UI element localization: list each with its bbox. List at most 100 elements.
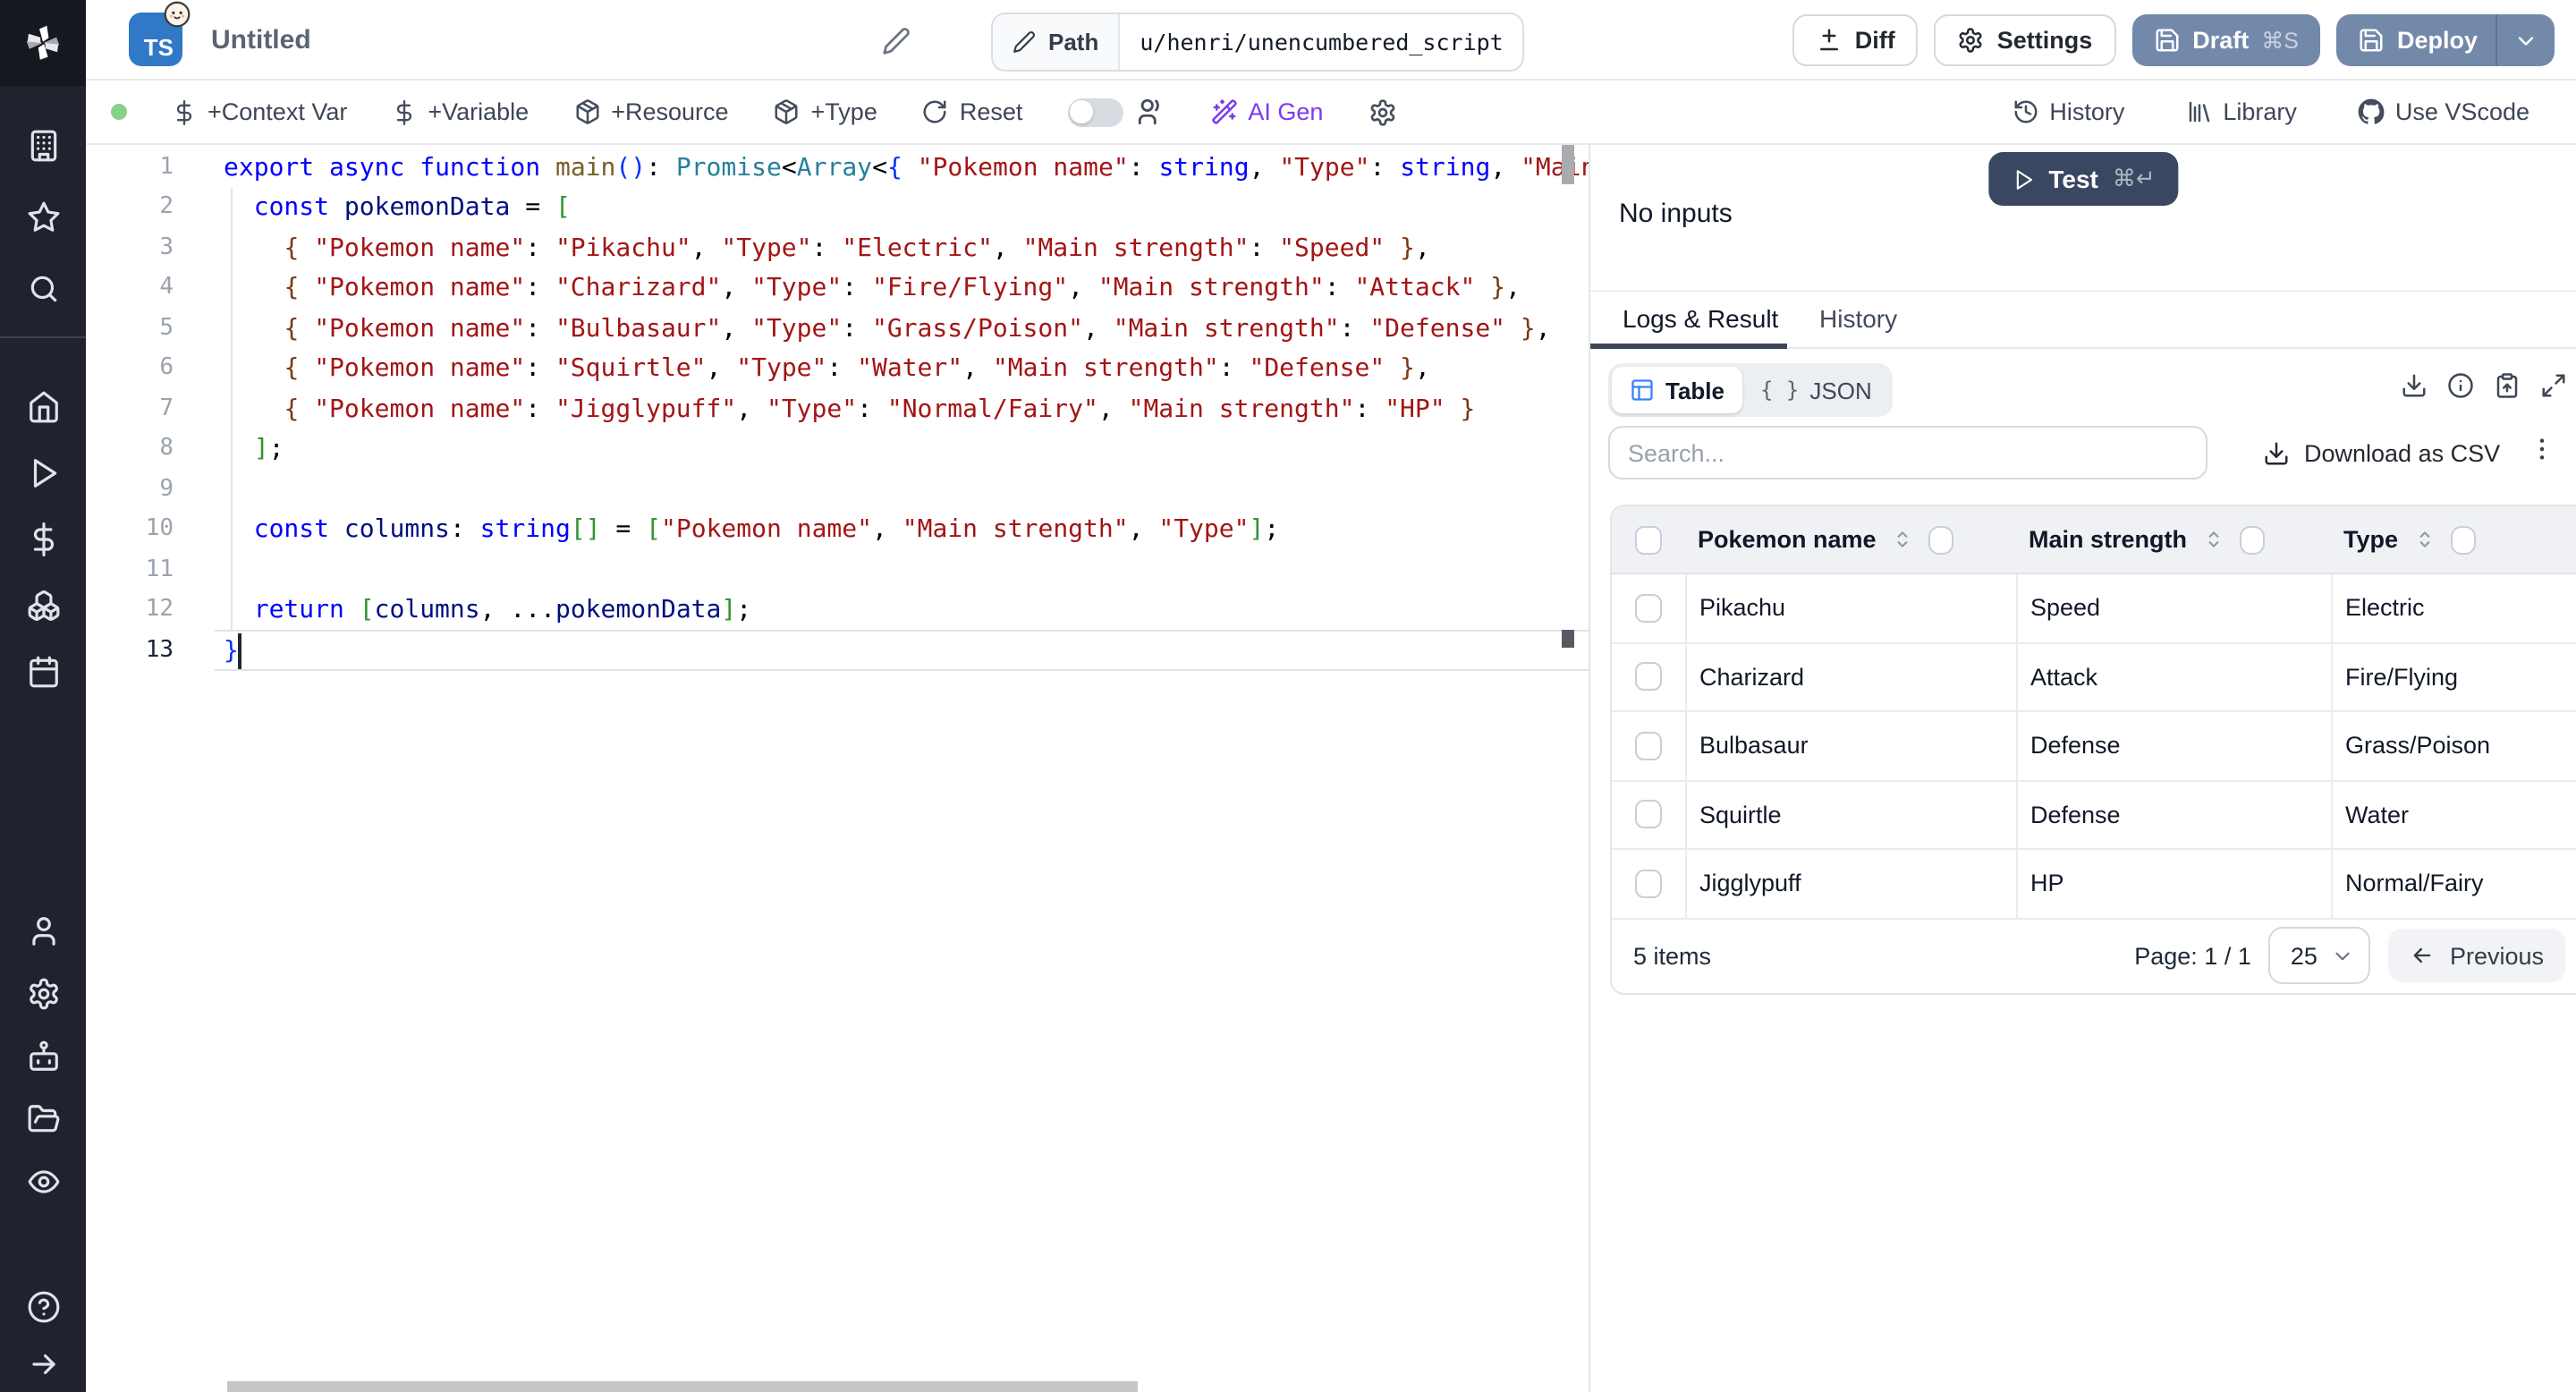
sort-icon[interactable] bbox=[1891, 528, 1914, 551]
page-size-select[interactable]: 25 bbox=[2268, 927, 2371, 984]
multiplayer-toggle[interactable] bbox=[1067, 98, 1123, 126]
code-text: export async function main(): Promise<Ar… bbox=[224, 153, 1589, 182]
tab-logs-result[interactable]: Logs & Result bbox=[1623, 304, 1778, 333]
column-header-pokemon-name[interactable]: Pokemon name bbox=[1685, 525, 2016, 554]
table-row: Bulbasaur Defense Grass/Poison bbox=[1612, 712, 2576, 781]
previous-page-button[interactable]: Previous bbox=[2388, 929, 2565, 982]
sidebar-item-variables[interactable] bbox=[11, 521, 75, 556]
path-widget[interactable]: Path u/henri/unencumbered_script bbox=[991, 13, 1525, 72]
row-checkbox[interactable] bbox=[1635, 593, 1662, 623]
code-line-10[interactable]: 10 const columns: string[] = ["Pokemon n… bbox=[86, 510, 1589, 550]
copy-icon[interactable] bbox=[2494, 372, 2521, 399]
row-checkbox[interactable] bbox=[1635, 869, 1662, 898]
line-number: 9 bbox=[159, 475, 174, 502]
sidebar-group bbox=[11, 912, 75, 1199]
preview-panel: Test ⌘↵ No inputs Logs & Result History … bbox=[1589, 145, 2576, 1392]
sidebar-item-schedules[interactable] bbox=[11, 653, 75, 689]
column-header-type[interactable]: Type bbox=[2331, 525, 2576, 554]
row-checkbox[interactable] bbox=[1635, 800, 1662, 829]
sidebar-item-help[interactable] bbox=[11, 1288, 75, 1324]
sidebar-item-audit-logs[interactable] bbox=[11, 1163, 75, 1199]
library-button[interactable]: Library bbox=[2185, 98, 2297, 125]
code-line-13[interactable]: 13} bbox=[86, 631, 1589, 671]
search-input[interactable] bbox=[1608, 426, 2207, 480]
code-line-7[interactable]: 7 { "Pokemon name": "Jigglypuff", "Type"… bbox=[86, 389, 1589, 429]
view-json-button[interactable]: { } JSON bbox=[1742, 367, 1890, 413]
editor-vertical-scrollbar[interactable] bbox=[1562, 145, 1574, 184]
sidebar-item-users[interactable] bbox=[11, 912, 75, 948]
cell-type: Fire/Flying bbox=[2331, 643, 2576, 710]
history-icon bbox=[2012, 98, 2038, 125]
code-line-6[interactable]: 6 { "Pokemon name": "Squirtle", "Type": … bbox=[86, 349, 1589, 389]
code-line-9[interactable]: 9 bbox=[86, 470, 1589, 510]
gear-icon bbox=[1368, 98, 1396, 126]
code-line-8[interactable]: 8 ]; bbox=[86, 429, 1589, 470]
help-icon bbox=[26, 1289, 60, 1323]
sidebar-item-home[interactable] bbox=[11, 388, 75, 424]
download-icon[interactable] bbox=[2401, 372, 2428, 399]
row-checkbox[interactable] bbox=[1635, 662, 1662, 692]
view-table-button[interactable]: Table bbox=[1612, 367, 1742, 413]
download-csv-button[interactable]: Download as CSV bbox=[2252, 426, 2511, 480]
add-context-var-button[interactable]: +Context Var bbox=[172, 98, 347, 125]
star-icon bbox=[26, 199, 60, 233]
line-number: 13 bbox=[145, 636, 174, 663]
column-menu-pill[interactable] bbox=[1928, 525, 1953, 554]
sidebar-item-folders[interactable] bbox=[11, 1100, 75, 1136]
sidebar-item-search[interactable] bbox=[11, 270, 75, 306]
sidebar-item-workspace[interactable] bbox=[11, 127, 75, 163]
arrow-right-icon bbox=[26, 1346, 60, 1380]
info-icon[interactable] bbox=[2447, 372, 2474, 399]
sidebar-item-expand-sidebar[interactable] bbox=[11, 1345, 75, 1381]
editor-horizontal-scrollbar[interactable] bbox=[227, 1381, 1138, 1392]
path-value[interactable]: u/henri/unencumbered_script bbox=[1120, 14, 1522, 70]
sidebar-item-favorites[interactable] bbox=[11, 199, 75, 234]
reset-button[interactable]: Reset bbox=[922, 98, 1022, 125]
tab-history[interactable]: History bbox=[1819, 304, 1897, 333]
editor-settings-button[interactable] bbox=[1368, 98, 1396, 126]
select-all-checkbox[interactable] bbox=[1635, 525, 1662, 554]
code-line-5[interactable]: 5 { "Pokemon name": "Bulbasaur", "Type":… bbox=[86, 309, 1589, 349]
sidebar-item-resources[interactable] bbox=[11, 587, 75, 623]
add-resource-button[interactable]: +Resource bbox=[573, 98, 729, 125]
sort-icon[interactable] bbox=[2201, 528, 2224, 551]
sort-icon[interactable] bbox=[2412, 528, 2436, 551]
column-menu-pill[interactable] bbox=[2239, 525, 2265, 554]
history-button[interactable]: History bbox=[2012, 98, 2124, 125]
sidebar-item-settings[interactable] bbox=[11, 975, 75, 1011]
code-line-12[interactable]: 12 return [columns, ...pokemonData]; bbox=[86, 590, 1589, 631]
cell-main-strength: HP bbox=[2016, 850, 2331, 917]
column-menu-pill[interactable] bbox=[2450, 525, 2476, 554]
code-line-4[interactable]: 4 { "Pokemon name": "Charizard", "Type":… bbox=[86, 268, 1589, 309]
use-vscode-button[interactable]: Use VScode bbox=[2358, 98, 2529, 125]
diff-button[interactable]: Diff bbox=[1792, 14, 1919, 66]
deploy-dropdown[interactable] bbox=[2496, 14, 2555, 66]
deploy-button[interactable]: Deploy bbox=[2335, 14, 2555, 66]
edit-title-icon[interactable] bbox=[882, 27, 911, 55]
code-line-11[interactable]: 11 bbox=[86, 550, 1589, 590]
draft-button[interactable]: Draft ⌘S bbox=[2131, 14, 2320, 66]
play-icon bbox=[26, 455, 60, 489]
more-options-icon[interactable] bbox=[2528, 435, 2556, 463]
column-header-main-strength[interactable]: Main strength bbox=[2016, 525, 2331, 554]
code-line-1[interactable]: 1 export async function main(): Promise<A… bbox=[86, 148, 1589, 188]
code-line-2[interactable]: 2 const pokemonData = [ bbox=[86, 188, 1589, 228]
ai-gen-button[interactable]: AI Gen bbox=[1210, 98, 1323, 125]
code-line-3[interactable]: 3 { "Pokemon name": "Pikachu", "Type": "… bbox=[86, 228, 1589, 268]
calendar-icon bbox=[26, 654, 60, 688]
add-variable-button[interactable]: +Variable bbox=[392, 98, 529, 125]
code-editor[interactable]: 1 export async function main(): Promise<A… bbox=[86, 145, 1589, 1392]
settings-button[interactable]: Settings bbox=[1934, 14, 2116, 66]
sidebar-item-ai[interactable] bbox=[11, 1038, 75, 1074]
row-checkbox[interactable] bbox=[1635, 731, 1662, 760]
test-button[interactable]: Test ⌘↵ bbox=[1987, 152, 2179, 206]
cell-type: Water bbox=[2331, 781, 2576, 848]
cubes-icon bbox=[26, 588, 60, 622]
chevron-down-icon bbox=[2513, 28, 2538, 53]
sidebar-item-runs[interactable] bbox=[11, 454, 75, 490]
code-text: { "Pokemon name": "Squirtle", "Type": "W… bbox=[284, 354, 1430, 383]
expand-icon[interactable] bbox=[2540, 372, 2567, 399]
add-type-button[interactable]: +Type bbox=[774, 98, 877, 125]
windmill-logo[interactable] bbox=[0, 0, 86, 86]
dollar-icon bbox=[392, 99, 417, 124]
